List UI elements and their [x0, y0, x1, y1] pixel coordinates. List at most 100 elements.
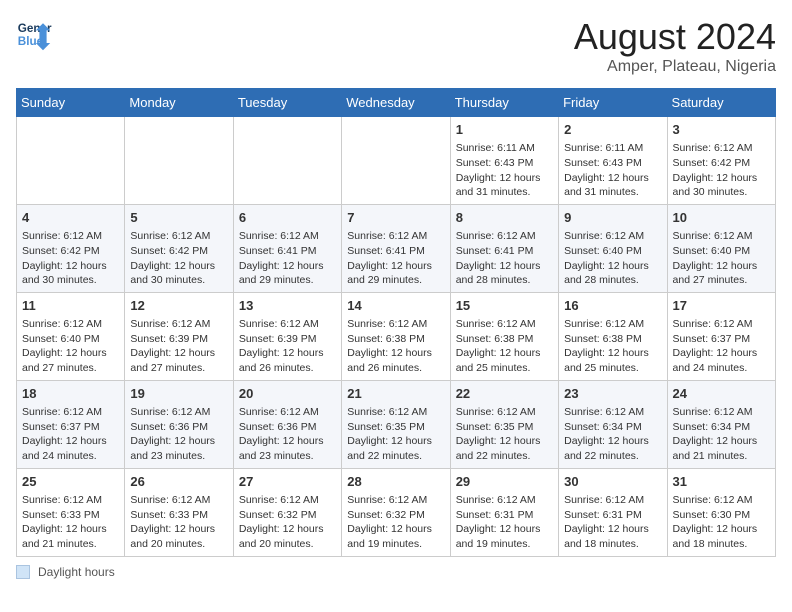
day-info: Sunrise: 6:12 AM Sunset: 6:32 PM Dayligh…	[347, 493, 444, 552]
calendar-cell: 29Sunrise: 6:12 AM Sunset: 6:31 PM Dayli…	[450, 468, 558, 556]
day-number: 20	[239, 385, 336, 403]
calendar-cell: 26 Sunrise: 6:12 AM Sunset: 6:33 PM Dayli…	[125, 468, 233, 556]
calendar-day-header: Thursday	[450, 89, 558, 117]
title-block: August 2024 Amper, Plateau, Nigeria	[574, 16, 776, 76]
day-number: 30	[564, 473, 661, 491]
calendar-cell: 14 Sunrise: 6:12 AM Sunset: 6:38 PM Dayli…	[342, 292, 450, 380]
calendar-cell: 24 Sunrise: 6:12 AM Sunset: 6:34 PM Dayli…	[667, 380, 775, 468]
calendar-table: SundayMondayTuesdayWednesdayThursdayFrid…	[16, 88, 776, 557]
day-number: 16	[564, 297, 661, 315]
day-info: Sunrise: 6:12 AM Sunset: 6:35 PM Dayligh…	[347, 405, 444, 464]
calendar-cell: 9Sunrise: 6:12 AM Sunset: 6:40 PM Daylig…	[559, 204, 667, 292]
day-number: 7	[347, 209, 444, 227]
day-info: Sunrise: 6:12 AM Sunset: 6:36 PM Dayligh…	[239, 405, 336, 464]
day-info: Sunrise: 6:12 AM Sunset: 6:31 PM Dayligh…	[456, 493, 553, 552]
day-number: 28	[347, 473, 444, 491]
day-info: Sunrise: 6:12 AM Sunset: 6:37 PM Dayligh…	[673, 317, 770, 376]
calendar-cell: 17Sunrise: 6:12 AM Sunset: 6:37 PM Dayli…	[667, 292, 775, 380]
calendar-cell: 6 Sunrise: 6:12 AM Sunset: 6:41 PM Daylig…	[233, 204, 341, 292]
day-info: Sunrise: 6:12 AM Sunset: 6:31 PM Dayligh…	[564, 493, 661, 552]
calendar-cell	[342, 117, 450, 205]
day-number: 24	[673, 385, 770, 403]
day-number: 6	[239, 209, 336, 227]
day-info: Sunrise: 6:12 AM Sunset: 6:41 PM Dayligh…	[239, 229, 336, 288]
day-info: Sunrise: 6:12 AM Sunset: 6:38 PM Dayligh…	[347, 317, 444, 376]
day-info: Sunrise: 6:12 AM Sunset: 6:40 PM Dayligh…	[673, 229, 770, 288]
day-number: 8	[456, 209, 553, 227]
calendar-cell: 1 Sunrise: 6:11 AM Sunset: 6:43 PM Daylig…	[450, 117, 558, 205]
calendar-day-header: Tuesday	[233, 89, 341, 117]
day-info: Sunrise: 6:12 AM Sunset: 6:30 PM Dayligh…	[673, 493, 770, 552]
legend-box	[16, 565, 30, 579]
calendar-cell	[233, 117, 341, 205]
day-info: Sunrise: 6:12 AM Sunset: 6:32 PM Dayligh…	[239, 493, 336, 552]
calendar-cell: 19 Sunrise: 6:12 AM Sunset: 6:36 PM Dayli…	[125, 380, 233, 468]
day-info: Sunrise: 6:12 AM Sunset: 6:42 PM Dayligh…	[22, 229, 119, 288]
day-info: Sunrise: 6:12 AM Sunset: 6:41 PM Dayligh…	[456, 229, 553, 288]
calendar-cell: 31Sunrise: 6:12 AM Sunset: 6:30 PM Dayli…	[667, 468, 775, 556]
calendar-day-header: Monday	[125, 89, 233, 117]
calendar-cell: 16 Sunrise: 6:12 AM Sunset: 6:38 PM Dayli…	[559, 292, 667, 380]
calendar-week-row: 25 Sunrise: 6:12 AM Sunset: 6:33 PM Dayli…	[17, 468, 776, 556]
calendar-cell: 12 Sunrise: 6:12 AM Sunset: 6:39 PM Dayli…	[125, 292, 233, 380]
day-number: 2	[564, 121, 661, 139]
day-info: Sunrise: 6:12 AM Sunset: 6:33 PM Dayligh…	[22, 493, 119, 552]
day-info: Sunrise: 6:12 AM Sunset: 6:39 PM Dayligh…	[130, 317, 227, 376]
calendar-cell: 11Sunrise: 6:12 AM Sunset: 6:40 PM Dayli…	[17, 292, 125, 380]
calendar-cell: 28 Sunrise: 6:12 AM Sunset: 6:32 PM Dayli…	[342, 468, 450, 556]
day-info: Sunrise: 6:12 AM Sunset: 6:33 PM Dayligh…	[130, 493, 227, 552]
calendar-cell: 21 Sunrise: 6:12 AM Sunset: 6:35 PM Dayli…	[342, 380, 450, 468]
calendar-day-header: Friday	[559, 89, 667, 117]
logo: General Blue	[16, 16, 52, 52]
day-info: Sunrise: 6:12 AM Sunset: 6:35 PM Dayligh…	[456, 405, 553, 464]
day-number: 15	[456, 297, 553, 315]
day-number: 23	[564, 385, 661, 403]
calendar-cell	[17, 117, 125, 205]
day-info: Sunrise: 6:12 AM Sunset: 6:37 PM Dayligh…	[22, 405, 119, 464]
day-number: 27	[239, 473, 336, 491]
page-title: August 2024	[574, 16, 776, 58]
day-info: Sunrise: 6:11 AM Sunset: 6:43 PM Dayligh…	[456, 141, 553, 200]
day-info: Sunrise: 6:12 AM Sunset: 6:34 PM Dayligh…	[673, 405, 770, 464]
day-number: 22	[456, 385, 553, 403]
day-info: Sunrise: 6:12 AM Sunset: 6:38 PM Dayligh…	[456, 317, 553, 376]
day-number: 5	[130, 209, 227, 227]
footer: Daylight hours	[16, 565, 776, 579]
day-number: 1	[456, 121, 553, 139]
calendar-cell: 7Sunrise: 6:12 AM Sunset: 6:41 PM Daylig…	[342, 204, 450, 292]
day-number: 21	[347, 385, 444, 403]
calendar-cell: 30 Sunrise: 6:12 AM Sunset: 6:31 PM Dayli…	[559, 468, 667, 556]
day-number: 14	[347, 297, 444, 315]
calendar-cell: 5 Sunrise: 6:12 AM Sunset: 6:42 PM Daylig…	[125, 204, 233, 292]
day-info: Sunrise: 6:12 AM Sunset: 6:40 PM Dayligh…	[564, 229, 661, 288]
calendar-week-row: 18 Sunrise: 6:12 AM Sunset: 6:37 PM Dayli…	[17, 380, 776, 468]
calendar-week-row: 11Sunrise: 6:12 AM Sunset: 6:40 PM Dayli…	[17, 292, 776, 380]
day-number: 10	[673, 209, 770, 227]
day-number: 19	[130, 385, 227, 403]
calendar-cell: 13 Sunrise: 6:12 AM Sunset: 6:39 PM Dayli…	[233, 292, 341, 380]
calendar-day-header: Sunday	[17, 89, 125, 117]
calendar-cell	[125, 117, 233, 205]
calendar-cell: 23Sunrise: 6:12 AM Sunset: 6:34 PM Dayli…	[559, 380, 667, 468]
calendar-cell: 10 Sunrise: 6:12 AM Sunset: 6:40 PM Dayli…	[667, 204, 775, 292]
calendar-week-row: 4 Sunrise: 6:12 AM Sunset: 6:42 PM Daylig…	[17, 204, 776, 292]
day-number: 3	[673, 121, 770, 139]
day-info: Sunrise: 6:12 AM Sunset: 6:36 PM Dayligh…	[130, 405, 227, 464]
day-number: 12	[130, 297, 227, 315]
calendar-cell: 20 Sunrise: 6:12 AM Sunset: 6:36 PM Dayli…	[233, 380, 341, 468]
day-number: 26	[130, 473, 227, 491]
logo-icon: General Blue	[16, 16, 52, 52]
day-info: Sunrise: 6:12 AM Sunset: 6:38 PM Dayligh…	[564, 317, 661, 376]
calendar-cell: 18 Sunrise: 6:12 AM Sunset: 6:37 PM Dayli…	[17, 380, 125, 468]
day-number: 4	[22, 209, 119, 227]
day-info: Sunrise: 6:12 AM Sunset: 6:40 PM Dayligh…	[22, 317, 119, 376]
calendar-cell: 27 Sunrise: 6:12 AM Sunset: 6:32 PM Dayli…	[233, 468, 341, 556]
legend-label: Daylight hours	[38, 565, 115, 579]
day-number: 13	[239, 297, 336, 315]
day-number: 18	[22, 385, 119, 403]
day-info: Sunrise: 6:12 AM Sunset: 6:42 PM Dayligh…	[130, 229, 227, 288]
calendar-cell: 8 Sunrise: 6:12 AM Sunset: 6:41 PM Daylig…	[450, 204, 558, 292]
day-number: 25	[22, 473, 119, 491]
calendar-header-row: SundayMondayTuesdayWednesdayThursdayFrid…	[17, 89, 776, 117]
day-info: Sunrise: 6:12 AM Sunset: 6:39 PM Dayligh…	[239, 317, 336, 376]
